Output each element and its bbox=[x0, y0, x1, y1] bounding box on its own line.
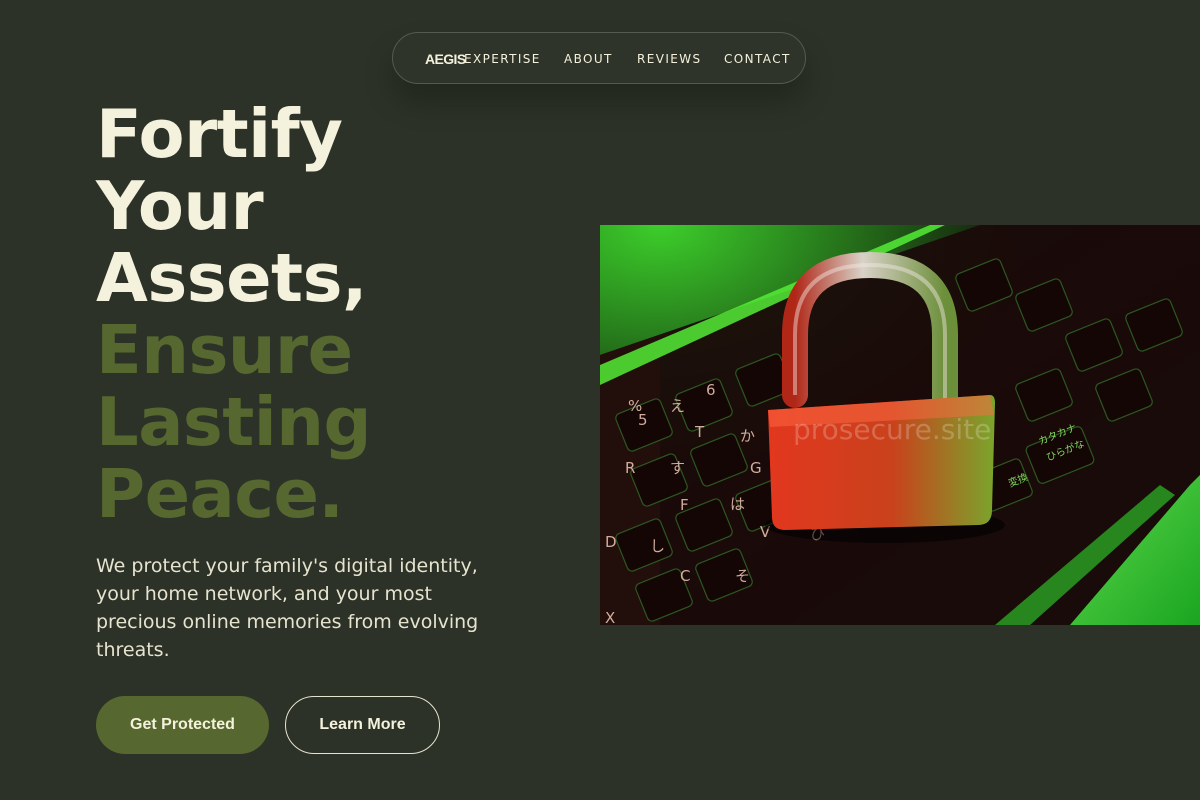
key-label: D bbox=[605, 533, 617, 551]
hero-description: We protect your family's digital identit… bbox=[96, 555, 479, 661]
get-protected-button[interactable]: Get Protected bbox=[96, 696, 269, 754]
hero-title: Fortify Your Assets, Ensure Lasting Peac… bbox=[96, 98, 371, 530]
key-label: え bbox=[670, 397, 685, 415]
key-label: X bbox=[605, 609, 615, 625]
key-label: F bbox=[680, 496, 689, 514]
key-label: は bbox=[730, 495, 745, 513]
key-label: G bbox=[750, 459, 762, 477]
nav-link-reviews[interactable]: REVIEWS bbox=[637, 52, 702, 66]
padlock-keyboard-illustration: % 5 え 6 T か R す G F は D し C そ V ひ X カタカナ… bbox=[600, 225, 1200, 625]
key-label: す bbox=[670, 459, 685, 477]
nav-link-expertise[interactable]: EXPERTISE bbox=[464, 52, 541, 66]
padlock-keyboard-image: % 5 え 6 T か R す G F は D し C そ V ひ X カタカナ… bbox=[600, 225, 1200, 625]
nav-link-contact[interactable]: CONTACT bbox=[724, 52, 791, 66]
hero-title-line: Your bbox=[96, 167, 264, 245]
hero-accent-line: Lasting bbox=[96, 383, 371, 461]
nav-link-about[interactable]: ABOUT bbox=[564, 52, 613, 66]
learn-more-button[interactable]: Learn More bbox=[285, 696, 440, 754]
key-label: 6 bbox=[706, 381, 716, 399]
key-label: そ bbox=[735, 567, 750, 585]
key-label: 5 bbox=[638, 411, 648, 429]
key-label: し bbox=[650, 537, 665, 555]
hero-title-line: Fortify bbox=[96, 95, 343, 173]
key-label: か bbox=[740, 427, 755, 445]
key-label: C bbox=[680, 567, 690, 585]
hero-title-line: Assets, bbox=[96, 239, 367, 317]
hero-accent-line: Peace. bbox=[96, 455, 344, 533]
key-label: T bbox=[694, 423, 705, 441]
watermark-text: prosecure.site bbox=[793, 413, 991, 446]
brand-logo[interactable]: AEGIS bbox=[425, 51, 466, 67]
hero-accent-line: Ensure bbox=[96, 311, 353, 389]
key-label: R bbox=[625, 459, 635, 477]
top-nav: AEGIS EXPERTISE ABOUT REVIEWS CONTACT bbox=[392, 32, 806, 84]
